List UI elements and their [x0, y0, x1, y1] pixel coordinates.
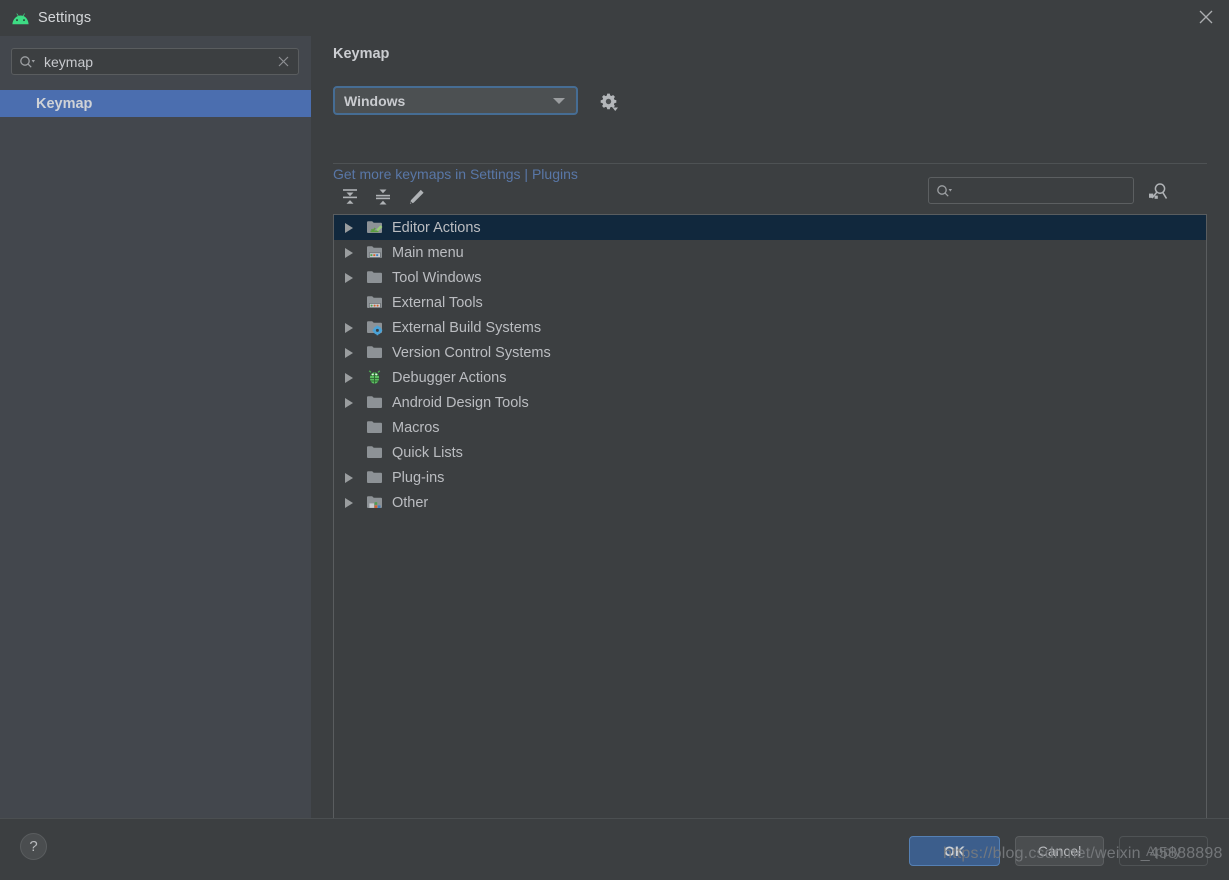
sidebar-item-keymap[interactable]: Keymap	[0, 90, 311, 117]
tree-row-label: Plug-ins	[392, 469, 445, 486]
android-icon	[10, 8, 30, 28]
folder-menu-icon	[363, 240, 385, 265]
tree-row[interactable]: Editor Actions	[334, 215, 1206, 240]
search-icon	[19, 54, 37, 70]
tree-row[interactable]: Main menu	[334, 240, 1206, 265]
keymap-panel: Keymap Windows Get more keymaps in Setti…	[311, 36, 1229, 846]
tree-row[interactable]: Other	[334, 490, 1206, 515]
expand-arrow-icon[interactable]	[337, 390, 361, 415]
window-title: Settings	[38, 10, 92, 26]
keymap-select[interactable]: Windows	[333, 86, 578, 115]
clear-icon[interactable]	[272, 51, 294, 73]
folder-icon	[363, 265, 385, 290]
expand-arrow-icon[interactable]	[337, 240, 361, 265]
folder-icon	[363, 440, 385, 465]
bug-icon	[363, 365, 385, 390]
help-button[interactable]: ?	[20, 833, 47, 860]
expand-arrow-icon[interactable]	[337, 315, 361, 340]
keymap-select-value: Windows	[344, 92, 406, 109]
tree-arrow-spacer	[337, 440, 361, 465]
tree-row-label: Main menu	[392, 244, 464, 261]
tree-row[interactable]: Android Design Tools	[334, 390, 1206, 415]
expand-arrow-icon[interactable]	[337, 340, 361, 365]
find-by-shortcut-icon[interactable]	[1144, 178, 1172, 204]
close-icon[interactable]	[1183, 0, 1229, 34]
expand-arrow-icon[interactable]	[337, 465, 361, 490]
sidebar-item-label: Keymap	[36, 95, 93, 112]
sidebar-search-field[interactable]: keymap	[11, 48, 299, 75]
folder-icon	[363, 390, 385, 415]
tree-row[interactable]: External Build Systems	[334, 315, 1206, 340]
folder-tools-icon	[363, 290, 385, 315]
tree-row-label: Tool Windows	[392, 269, 482, 286]
pencil-edit-icon[interactable]	[401, 182, 431, 212]
tree-row-label: Version Control Systems	[392, 344, 551, 361]
expand-all-icon[interactable]	[335, 182, 365, 212]
folder-build-icon	[363, 315, 385, 340]
tree-row[interactable]: External Tools	[334, 290, 1206, 315]
folder-editor-icon	[363, 215, 385, 240]
dialog-footer: ? OK Cancel Apply	[0, 818, 1229, 880]
settings-sidebar: keymap Keymap	[0, 36, 311, 818]
expand-arrow-icon[interactable]	[337, 265, 361, 290]
tree-row-label: Quick Lists	[392, 444, 463, 461]
cancel-button[interactable]: Cancel	[1015, 836, 1104, 866]
folder-icon	[363, 465, 385, 490]
tree-row-label: External Tools	[392, 294, 483, 311]
expand-arrow-icon[interactable]	[337, 215, 361, 240]
tree-row-label: Editor Actions	[392, 219, 481, 236]
expand-arrow-icon[interactable]	[337, 365, 361, 390]
tree-row[interactable]: Version Control Systems	[334, 340, 1206, 365]
tree-row-label: Debugger Actions	[392, 369, 507, 386]
chevron-down-icon	[553, 97, 565, 104]
keymap-settings-gear-button[interactable]	[596, 89, 622, 114]
shortcut-search-field[interactable]	[928, 177, 1134, 204]
tree-arrow-spacer	[337, 290, 361, 315]
folder-icon	[363, 340, 385, 365]
tree-row[interactable]: Tool Windows	[334, 265, 1206, 290]
ok-button[interactable]: OK	[909, 836, 1000, 866]
tree-row[interactable]: Quick Lists	[334, 440, 1206, 465]
tree-row-label: Other	[392, 494, 429, 511]
tree-row-label: Android Design Tools	[392, 394, 529, 411]
tree-row-label: Macros	[392, 419, 440, 436]
folder-icon	[363, 415, 385, 440]
folder-other-icon	[363, 490, 385, 515]
tree-row[interactable]: Macros	[334, 415, 1206, 440]
search-icon	[936, 183, 954, 199]
title-bar: Settings	[0, 0, 1229, 36]
page-title: Keymap	[333, 46, 390, 62]
apply-button[interactable]: Apply	[1119, 836, 1208, 866]
expand-arrow-icon[interactable]	[337, 490, 361, 515]
tree-arrow-spacer	[337, 415, 361, 440]
sidebar-search-value: keymap	[44, 53, 94, 70]
tree-row[interactable]: Debugger Actions	[334, 365, 1206, 390]
keymap-tree[interactable]: Editor Actions Main menu Tool Windows Exter…	[333, 214, 1207, 846]
settings-dialog: Settings keymap Keymap Keymap Windows Ge…	[0, 0, 1229, 880]
tree-row[interactable]: Plug-ins	[334, 465, 1206, 490]
tree-row-label: External Build Systems	[392, 319, 542, 336]
collapse-all-icon[interactable]	[368, 182, 398, 212]
section-divider	[333, 163, 1207, 164]
